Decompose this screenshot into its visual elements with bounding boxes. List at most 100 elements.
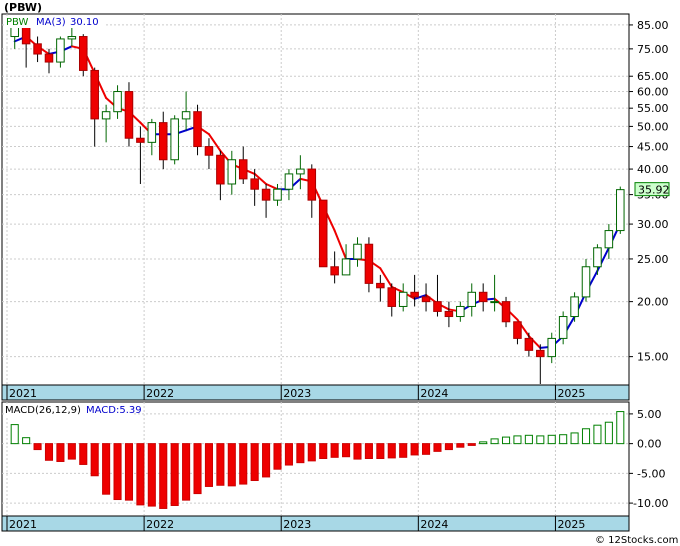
macd-bar-47 <box>547 434 556 445</box>
macd-bar-43 <box>501 436 511 445</box>
macd-tick-label-1: 0.00 <box>637 438 662 451</box>
price-tick-label-11: 20.00 <box>637 296 669 309</box>
candle-body-22 <box>261 188 271 201</box>
macd-bar-27 <box>319 443 328 460</box>
macd-bar-19 <box>227 443 236 487</box>
price-xaxis-label-4: 2025 <box>557 387 585 400</box>
macd-bar-4 <box>56 443 65 462</box>
macd-bar-16 <box>193 443 202 495</box>
candle-body-35 <box>410 291 419 298</box>
candle-body-27 <box>318 199 328 268</box>
price-tick-label-1: 75.00 <box>637 43 669 56</box>
price-and-macd-chart: 85.00 75.00 65.00 60.00 55.00 50.00 45.00 40.00… <box>0 0 680 546</box>
price-xaxis-label-0: 2021 <box>9 387 37 400</box>
last-price-label: 35.92 <box>638 184 670 197</box>
price-tick-label-4: 55.00 <box>637 102 669 115</box>
macd-bar-17 <box>204 443 213 487</box>
price-legend-ma-label: MA(3) <box>36 17 66 28</box>
candle-body-16 <box>193 111 202 148</box>
candle-body-32 <box>376 282 385 289</box>
price-xaxis-label-2: 2023 <box>283 387 311 400</box>
macd-bar-48 <box>559 434 568 445</box>
price-tick-label-5: 50.00 <box>637 120 669 133</box>
candle-body-11 <box>136 137 145 143</box>
candle-body-7 <box>90 69 99 120</box>
macd-bar-34 <box>399 443 408 458</box>
macd-bar-6 <box>79 443 88 465</box>
macd-bar-18 <box>216 443 225 486</box>
candle-body-45 <box>524 337 534 351</box>
macd-bar-15 <box>182 443 191 501</box>
macd-bar-28 <box>330 443 339 458</box>
macd-bar-42 <box>490 438 499 445</box>
candle-body-17 <box>204 146 214 156</box>
candle-body-13 <box>158 122 168 161</box>
candle-body-44 <box>513 321 522 339</box>
candle-body-10 <box>124 91 134 139</box>
candle-body-15 <box>181 111 191 120</box>
candle-body-31 <box>364 243 374 284</box>
candle-body-39 <box>456 305 465 318</box>
candle-body-49 <box>570 296 579 318</box>
candle-body-51 <box>593 247 602 268</box>
watermark: © 12Stocks.com <box>595 535 678 546</box>
price-tick-label-0: 85.00 <box>637 19 669 32</box>
macd-bar-41 <box>479 441 488 445</box>
candle-body-40 <box>467 291 477 307</box>
macd-bar-52 <box>604 421 613 445</box>
price-legend-ticker: PBW <box>6 17 29 28</box>
macd-bar-11 <box>136 443 145 506</box>
candle-body-52 <box>604 230 614 249</box>
macd-bar-35 <box>410 443 419 456</box>
candle-body-26 <box>307 168 317 201</box>
macd-bar-8 <box>102 443 111 495</box>
candle-body-34 <box>398 291 408 307</box>
candle-body-9 <box>113 91 122 113</box>
candle-body-1 <box>21 26 31 45</box>
macd-bar-20 <box>239 443 248 485</box>
macd-legend-value: MACD:5.39 <box>86 405 142 416</box>
macd-bar-22 <box>262 443 271 478</box>
macd-bar-51 <box>593 424 602 445</box>
price-xaxis-label-3: 2024 <box>420 387 448 400</box>
candle-body-37 <box>433 301 442 312</box>
macd-bar-29 <box>342 443 351 458</box>
macd-tick-label-3: -10.00 <box>633 497 668 510</box>
macd-bar-25 <box>296 443 305 464</box>
candle-body-4 <box>56 38 65 63</box>
macd-bar-26 <box>307 443 316 462</box>
candle-body-38 <box>444 310 454 318</box>
macd-bar-14 <box>170 443 179 506</box>
macd-bar-38 <box>444 443 453 451</box>
macd-bar-7 <box>90 443 99 477</box>
candle-body-2 <box>33 43 42 55</box>
price-xaxis-label-1: 2022 <box>146 387 174 400</box>
candle-body-21 <box>250 178 259 190</box>
candle-body-53 <box>616 189 625 232</box>
price-tick-label-9: 30.00 <box>637 218 669 231</box>
candle-body-28 <box>330 266 339 276</box>
macd-bar-45 <box>524 434 533 445</box>
macd-bar-13 <box>159 443 168 509</box>
macd-bar-5 <box>67 443 76 460</box>
macd-bar-12 <box>147 443 156 507</box>
candle-body-48 <box>558 316 568 339</box>
macd-bar-3 <box>44 443 54 461</box>
candle-body-0 <box>10 26 19 38</box>
macd-bar-33 <box>387 443 396 459</box>
macd-xaxis-label-3: 2024 <box>420 518 448 531</box>
price-tick-label-2: 65.00 <box>637 70 669 83</box>
price-tick-label-10: 25.00 <box>637 253 669 266</box>
candle-body-19 <box>227 159 237 185</box>
macd-bar-2 <box>33 443 42 451</box>
macd-bar-23 <box>273 443 282 470</box>
candle-body-24 <box>284 173 294 190</box>
macd-bar-46 <box>536 435 545 445</box>
macd-bar-39 <box>456 443 465 448</box>
candle-body-41 <box>478 291 488 303</box>
macd-xaxis-strip <box>1 515 630 532</box>
candle-body-20 <box>238 159 248 180</box>
macd-legend-label: MACD(26,12,9) <box>5 405 81 416</box>
candle-body-5 <box>67 36 77 40</box>
macd-bar-36 <box>422 443 431 455</box>
